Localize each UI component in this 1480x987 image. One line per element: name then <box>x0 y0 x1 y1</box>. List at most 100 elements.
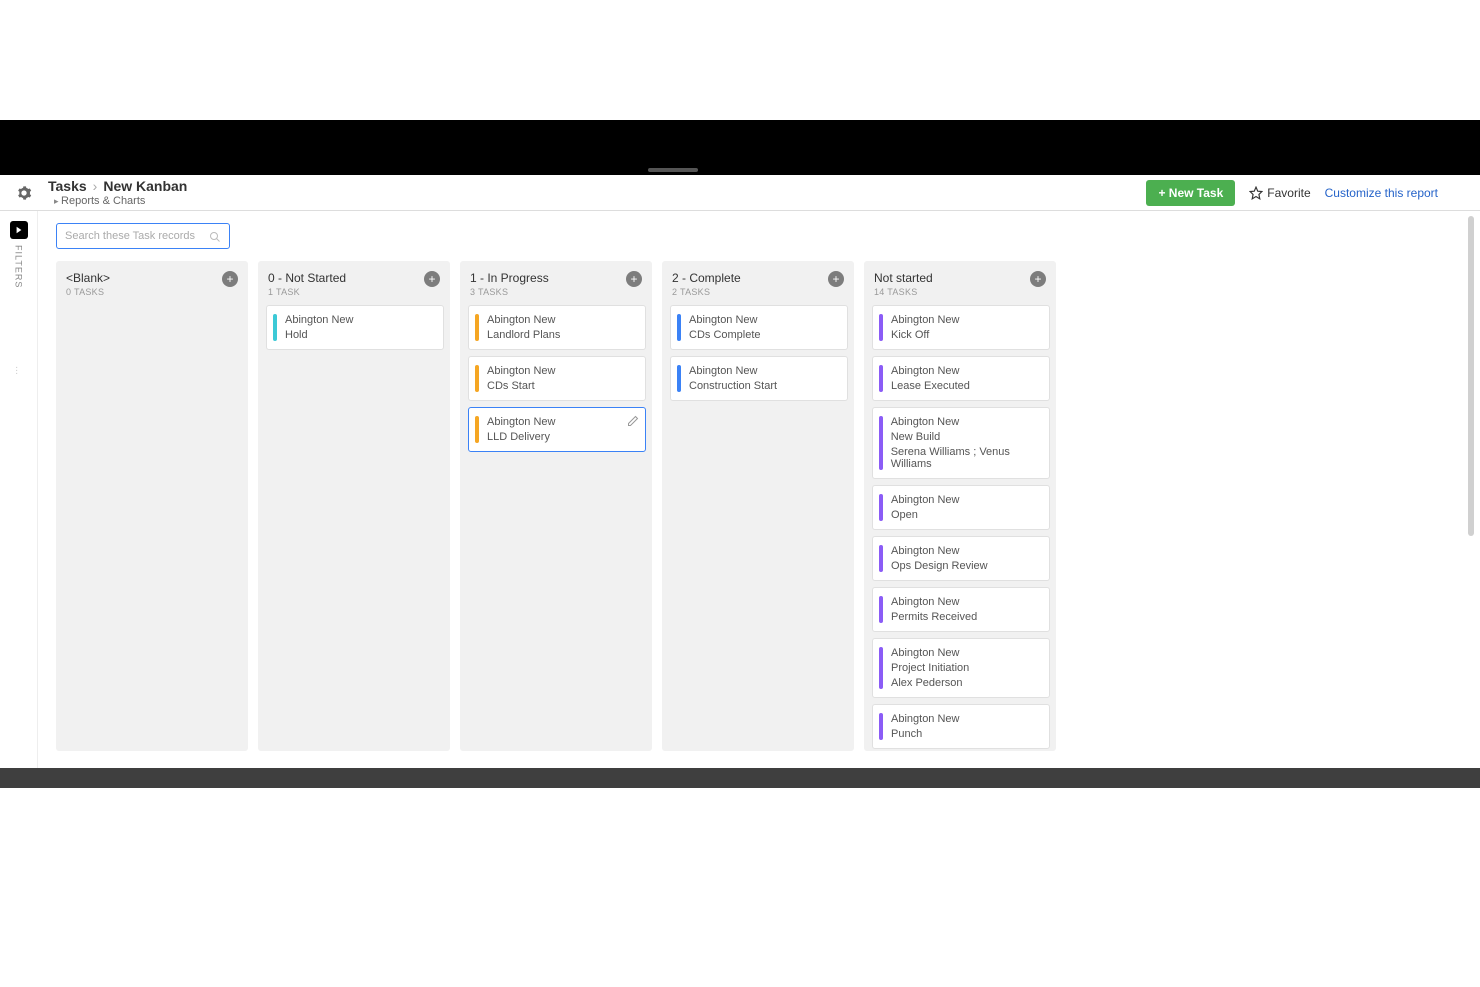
new-task-button[interactable]: + New Task <box>1146 180 1235 206</box>
card-line: Lease Executed <box>891 380 970 392</box>
kanban-column: Not started 14 TASKS + Abington New Kick Off… <box>864 261 1056 751</box>
card-body: Abington New Lease Executed <box>891 365 970 392</box>
card-body: Abington NewNew BuildSerena Williams ; V… <box>891 416 1041 470</box>
card-line: Abington New <box>891 494 960 506</box>
kanban-card[interactable]: Abington NewHold <box>266 305 444 350</box>
card-line: Abington New <box>891 416 1041 428</box>
kanban-card[interactable]: Abington New Open <box>872 485 1050 530</box>
column-task-count: 14 TASKS <box>874 287 933 297</box>
kanban-card[interactable]: Abington NewNew BuildSerena Williams ; V… <box>872 407 1050 479</box>
card-line: Abington New <box>891 596 977 608</box>
plus-icon: + <box>630 273 637 285</box>
footer-bar <box>0 768 1480 788</box>
column-header: 0 - Not Started1 TASK+ <box>266 269 444 305</box>
breadcrumb-root[interactable]: Tasks <box>48 178 87 194</box>
kanban-card[interactable]: Abington NewLandlord Plans <box>468 305 646 350</box>
card-line: Construction Start <box>689 380 777 392</box>
add-card-button[interactable]: + <box>828 271 844 287</box>
kanban-card[interactable]: Abington New Permits Received <box>872 587 1050 632</box>
card-status-stripe <box>677 314 681 341</box>
filters-toggle[interactable] <box>10 221 28 239</box>
card-status-stripe <box>879 647 883 689</box>
card-line: Abington New <box>487 416 556 428</box>
plus-icon: + <box>226 273 233 285</box>
card-body: Abington New Kick Off <box>891 314 960 341</box>
card-line: Punch <box>891 728 960 740</box>
card-line: Alex Pederson <box>891 677 969 689</box>
app-titlebar <box>0 120 1480 175</box>
favorite-label: Favorite <box>1267 186 1310 200</box>
card-status-stripe <box>475 365 479 392</box>
breadcrumb-sub[interactable]: Reports & Charts <box>54 195 187 207</box>
gear-icon[interactable] <box>16 185 32 201</box>
kanban-card[interactable]: Abington New Ops Design Review <box>872 536 1050 581</box>
card-line: Abington New <box>891 314 960 326</box>
card-status-stripe <box>879 416 883 470</box>
card-body: Abington NewConstruction Start <box>689 365 777 392</box>
kanban-card[interactable]: Abington NewCDs Complete <box>670 305 848 350</box>
card-body: Abington NewCDs Start <box>487 365 556 392</box>
card-status-stripe <box>879 545 883 572</box>
vertical-scrollbar[interactable] <box>1468 216 1474 768</box>
add-card-button[interactable]: + <box>1030 271 1046 287</box>
card-body: Abington NewCDs Complete <box>689 314 761 341</box>
star-icon <box>1249 186 1263 200</box>
customize-report-link[interactable]: Customize this report <box>1325 186 1438 200</box>
card-status-stripe <box>879 494 883 521</box>
toolbar: Tasks › New Kanban Reports & Charts + Ne… <box>0 175 1480 211</box>
chevron-right-icon: › <box>93 178 98 194</box>
search-input[interactable] <box>65 230 209 242</box>
card-line: Kick Off <box>891 329 960 341</box>
kanban-card[interactable]: Abington NewCDs Start <box>468 356 646 401</box>
kanban-card[interactable]: Abington NewProject InitiationAlex Peder… <box>872 638 1050 698</box>
card-line: Abington New <box>487 314 560 326</box>
kanban-card[interactable]: Abington New Lease Executed <box>872 356 1050 401</box>
card-body: Abington New Open <box>891 494 960 521</box>
column-task-count: 0 TASKS <box>66 287 110 297</box>
add-card-button[interactable]: + <box>626 271 642 287</box>
card-line: CDs Start <box>487 380 556 392</box>
kanban-card[interactable]: Abington NewConstruction Start <box>670 356 848 401</box>
card-line: New Build <box>891 431 1041 443</box>
card-line: Abington New <box>891 545 988 557</box>
card-body: Abington New LLD Delivery <box>487 416 556 443</box>
card-line: LLD Delivery <box>487 431 556 443</box>
breadcrumb: Tasks › New Kanban <box>48 178 187 194</box>
kanban-column: <Blank>0 TASKS+ <box>56 261 248 751</box>
card-line: Abington New <box>891 647 969 659</box>
add-card-button[interactable]: + <box>424 271 440 287</box>
add-card-button[interactable]: + <box>222 271 238 287</box>
column-title: 1 - In Progress <box>470 271 549 285</box>
column-task-count: 1 TASK <box>268 287 346 297</box>
rail-drag-handle[interactable]: ··· <box>15 366 18 375</box>
card-body: Abington NewHold <box>285 314 354 341</box>
kanban-columns: <Blank>0 TASKS+0 - Not Started1 TASK+Abi… <box>56 261 1468 751</box>
column-task-count: 3 TASKS <box>470 287 549 297</box>
card-line: Abington New <box>285 314 354 326</box>
card-body: Abington NewProject InitiationAlex Peder… <box>891 647 969 689</box>
card-status-stripe <box>879 596 883 623</box>
plus-icon: + <box>832 273 839 285</box>
pencil-icon[interactable] <box>627 414 639 426</box>
column-header: <Blank>0 TASKS+ <box>64 269 242 305</box>
card-line: Permits Received <box>891 611 977 623</box>
kanban-card[interactable]: Abington New Kick Off <box>872 305 1050 350</box>
card-status-stripe <box>879 713 883 740</box>
filters-rail: FILTERS ··· <box>0 211 38 768</box>
card-line: Abington New <box>891 365 970 377</box>
top-whitespace <box>0 0 1480 120</box>
card-line: Open <box>891 509 960 521</box>
scrollbar-thumb[interactable] <box>1468 216 1474 536</box>
search-box[interactable] <box>56 223 230 249</box>
kanban-card[interactable]: Abington NewPunch <box>872 704 1050 749</box>
filters-label: FILTERS <box>14 245 24 288</box>
card-body: Abington New Ops Design Review <box>891 545 988 572</box>
column-header: Not started 14 TASKS + <box>872 269 1050 305</box>
column-title: Not started <box>874 271 933 285</box>
card-line: Ops Design Review <box>891 560 988 572</box>
titlebar-handle <box>648 168 698 172</box>
card-status-stripe <box>677 365 681 392</box>
card-status-stripe <box>879 365 883 392</box>
favorite-button[interactable]: Favorite <box>1249 186 1310 200</box>
kanban-card[interactable]: Abington New LLD Delivery <box>468 407 646 452</box>
